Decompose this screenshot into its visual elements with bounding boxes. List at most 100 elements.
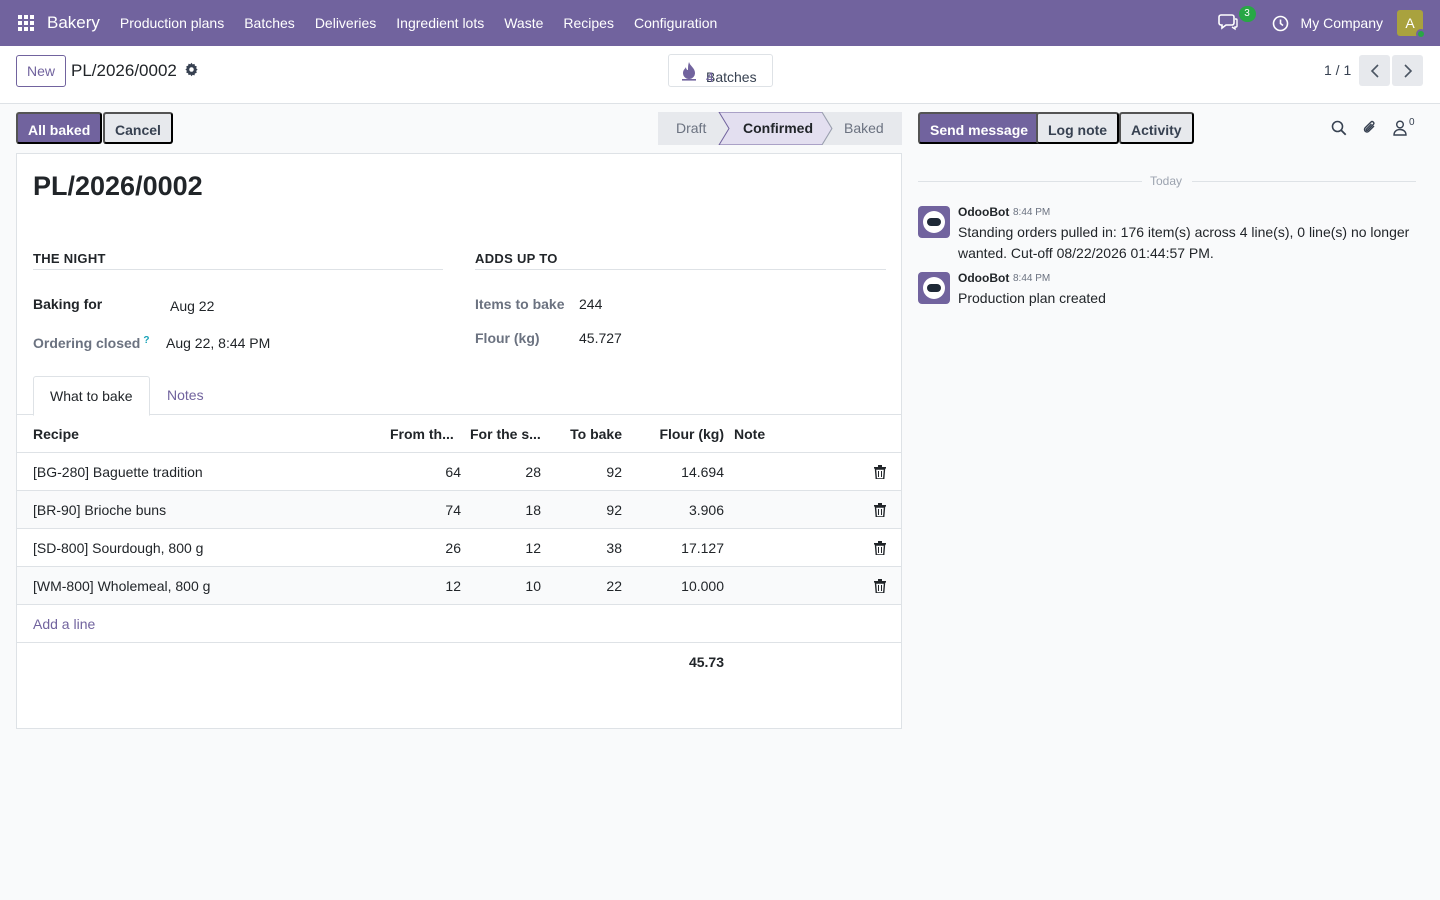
all-baked-button[interactable]: All baked [16,112,103,144]
search-icon[interactable] [1331,120,1347,136]
pager-previous-button[interactable] [1359,55,1390,86]
gear-icon[interactable] [184,62,199,77]
log-note-button[interactable]: Log note [1036,112,1120,144]
group-title-night: THE NIGHT [33,251,106,266]
items-to-bake-value: 244 [579,296,603,312]
menu-batches[interactable]: Batches [234,0,305,46]
date-separator: Today [1150,174,1183,188]
delete-row-icon[interactable] [874,503,886,517]
record-title: PL/2026/0002 [33,171,203,201]
online-status-dot [1416,29,1426,39]
note-cell[interactable] [734,567,854,605]
col-flour[interactable]: Flour (kg) [632,415,724,453]
paperclip-icon[interactable] [1362,119,1378,136]
activity-clock-icon[interactable] [1272,15,1289,32]
new-button[interactable]: New [16,55,67,87]
menu-configuration[interactable]: Configuration [624,0,727,46]
message-time: 8:44 PM [1013,207,1051,218]
table-row[interactable]: [WM-800] Wholemeal, 800 g 12 10 22 10.00… [17,567,901,605]
for-cell[interactable]: 10 [470,567,541,605]
from-cell[interactable]: 12 [390,567,461,605]
col-note[interactable]: Note [734,415,794,453]
breadcrumb-record-name: PL/2026/0002 [71,61,177,80]
add-line-link[interactable]: Add a line [33,605,95,643]
for-cell[interactable]: 18 [470,491,541,529]
to-bake-cell: 92 [606,464,622,480]
tab-notes[interactable]: Notes [151,376,220,415]
items-to-bake-label: Items to bake [475,296,565,312]
menu-waste[interactable]: Waste [494,0,553,46]
col-recipe[interactable]: Recipe [33,415,233,453]
col-to-bake[interactable]: To bake [547,415,622,453]
to-bake-cell: 22 [606,578,622,594]
note-cell[interactable] [734,453,854,491]
flour-cell: 14.694 [681,464,724,480]
help-tooltip-icon[interactable]: ? [143,335,149,346]
message-body: Production plan created [958,290,1106,306]
message-author: OdooBot [958,271,1010,285]
menu-recipes[interactable]: Recipes [553,0,624,46]
top-navbar: Bakery Production plans Batches Deliveri… [0,0,1440,46]
tab-what-to-bake[interactable]: What to bake [33,376,150,416]
apps-menu-icon[interactable] [0,0,52,46]
message-time: 8:44 PM [1013,273,1051,284]
odoobot-avatar [918,206,950,238]
note-cell[interactable] [734,491,854,529]
recipe-cell[interactable]: [BG-280] Baguette tradition [33,453,373,491]
follower-person-icon [1393,120,1407,136]
table-row[interactable]: [SD-800] Sourdough, 800 g 26 12 38 17.12… [17,529,901,567]
to-bake-cell: 92 [606,502,622,518]
for-cell[interactable]: 12 [470,529,541,567]
batches-smart-button[interactable]: Batches 4 [668,54,773,87]
flour-cell: 10.000 [681,578,724,594]
recipe-cell[interactable]: [BR-90] Brioche buns [33,491,373,529]
user-avatar[interactable]: A [1397,10,1426,39]
add-line-row: Add a line [17,605,901,643]
delete-row-icon[interactable] [874,579,886,593]
app-brand[interactable]: Bakery [47,13,100,33]
note-cell[interactable] [734,529,854,567]
pager-value[interactable]: 1 / 1 [1324,62,1351,78]
stage-confirmed[interactable]: Confirmed [743,112,813,145]
stage-draft[interactable]: Draft [676,112,706,145]
company-switcher[interactable]: My Company [1301,15,1383,31]
smart-button-value: 4 [706,68,714,85]
followers-button[interactable]: 0 [1393,117,1419,138]
delete-row-icon[interactable] [874,541,886,555]
date-divider [918,181,1142,182]
group-title-adds-up: ADDS UP TO [475,251,558,266]
from-cell[interactable]: 64 [390,453,461,491]
flame-icon [682,61,696,81]
recipe-cell[interactable]: [SD-800] Sourdough, 800 g [33,529,373,567]
table-row[interactable]: [BR-90] Brioche buns 74 18 92 3.906 [17,491,901,529]
for-cell[interactable]: 28 [470,453,541,491]
table-row[interactable]: [BG-280] Baguette tradition 64 28 92 14.… [17,453,901,491]
menu-ingredient-lots[interactable]: Ingredient lots [386,0,494,46]
send-message-button[interactable]: Send message [918,112,1041,144]
col-for[interactable]: For the s... [470,415,542,453]
baking-for-field[interactable]: Aug 22 [170,298,214,314]
flour-label: Flour (kg) [475,330,540,346]
recipe-cell[interactable]: [WM-800] Wholemeal, 800 g [33,567,373,605]
message-body: Standing orders pulled in: 176 item(s) a… [958,224,1410,261]
from-cell[interactable]: 74 [390,491,461,529]
col-from[interactable]: From th... [390,415,460,453]
total-flour: 45.73 [688,654,724,670]
menu-deliveries[interactable]: Deliveries [305,0,386,46]
delete-row-icon[interactable] [874,465,886,479]
flour-cell: 17.127 [681,540,724,556]
flour-value: 45.727 [579,330,622,346]
menu-production-plans[interactable]: Production plans [110,0,234,46]
pager-next-button[interactable] [1392,55,1423,86]
ordering-closed-label: Ordering closed? [33,335,149,351]
from-cell[interactable]: 26 [390,529,461,567]
activity-button[interactable]: Activity [1119,112,1194,144]
table-header: Recipe From th... For the s... To bake F… [17,415,901,453]
messages-icon[interactable]: 3 [1217,6,1256,33]
ordering-closed-field: Aug 22, 8:44 PM [166,335,271,351]
avatar-letter: A [1405,15,1415,31]
stage-baked[interactable]: Baked [844,112,884,145]
cancel-button[interactable]: Cancel [103,112,173,144]
message-author: OdooBot [958,205,1010,219]
form-sheet: PL/2026/0002 THE NIGHT ADDS UP TO Baking… [16,153,902,729]
